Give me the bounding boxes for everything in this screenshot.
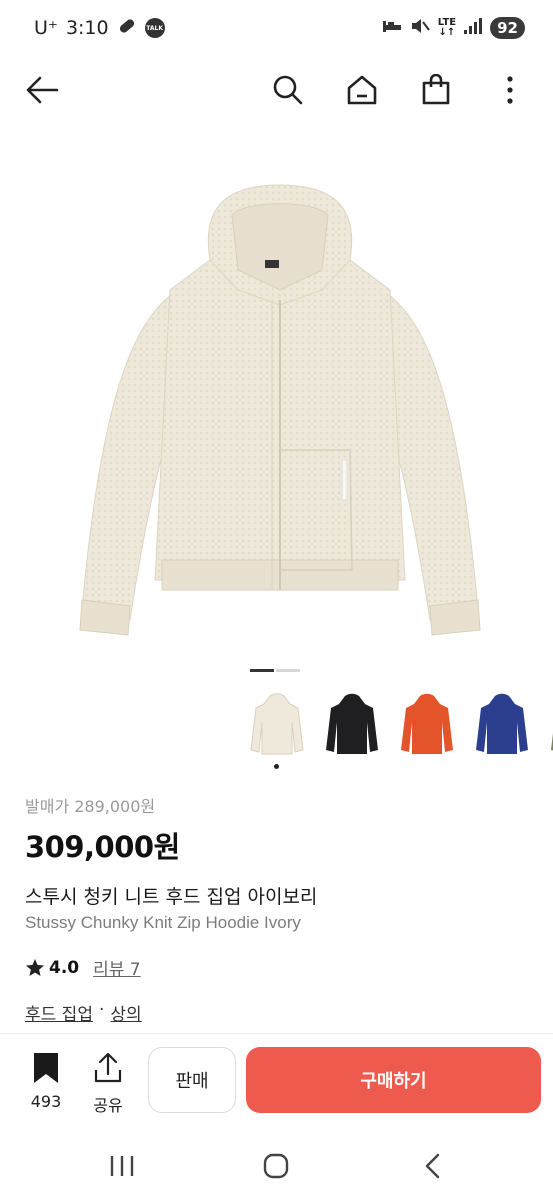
color-option-black[interactable] xyxy=(323,690,381,762)
home-icon xyxy=(347,75,377,105)
mute-icon xyxy=(410,17,430,40)
recent-apps-icon xyxy=(110,1156,134,1176)
category-separator: · xyxy=(98,1000,105,1020)
search-icon xyxy=(273,75,303,105)
category-breadcrumb: 후드 집업 · 상의 xyxy=(25,1000,142,1025)
pager-segment xyxy=(276,669,300,672)
sell-button[interactable]: 판매 xyxy=(148,1047,236,1113)
rating-score: 4.0 xyxy=(49,957,80,978)
bookmark-button[interactable]: 493 xyxy=(21,1052,71,1111)
carrier-label: U⁺ xyxy=(34,17,58,39)
color-option-ivory[interactable] xyxy=(248,690,306,762)
product-image[interactable] xyxy=(60,160,500,650)
system-nav-bar xyxy=(0,1130,553,1200)
chevron-left-icon xyxy=(425,1153,440,1179)
sleep-mode-icon xyxy=(382,17,402,39)
rating-row: 4.0 리뷰 7 xyxy=(25,955,141,980)
home-circle-icon xyxy=(263,1153,289,1179)
current-price: 309,000원 xyxy=(25,830,180,864)
category-link-hood-zipup[interactable]: 후드 집업 xyxy=(25,1000,93,1025)
share-button[interactable]: 공유 xyxy=(83,1052,133,1116)
category-link-tops[interactable]: 상의 xyxy=(110,1000,141,1025)
shopping-bag-button[interactable] xyxy=(416,70,456,110)
shopping-bag-icon xyxy=(422,74,450,105)
network-type: LTE ↓↑ xyxy=(437,17,457,38)
status-bar: U⁺ 3:10 TALK LTE ↓↑ 92 xyxy=(0,0,553,56)
color-option-orange[interactable] xyxy=(398,690,456,762)
bookmark-icon xyxy=(34,1053,58,1083)
bookmark-count: 493 xyxy=(30,1092,62,1111)
product-title-english: Stussy Chunky Knit Zip Hoodie Ivory xyxy=(25,913,301,932)
home-button[interactable] xyxy=(342,70,382,110)
search-button[interactable] xyxy=(268,70,308,110)
signal-icon xyxy=(464,17,483,39)
more-menu-button[interactable] xyxy=(490,70,530,110)
arrow-left-icon xyxy=(26,76,59,104)
pager-segment-active xyxy=(250,669,274,672)
color-option-navy[interactable] xyxy=(473,690,531,762)
selected-color-indicator xyxy=(274,764,279,769)
back-nav-button[interactable] xyxy=(412,1146,452,1186)
battery-indicator: 92 xyxy=(490,17,525,39)
review-link[interactable]: 리뷰 7 xyxy=(93,955,141,980)
color-option-olive[interactable] xyxy=(548,690,553,762)
pill-icon xyxy=(117,16,137,41)
share-label: 공유 xyxy=(93,1096,123,1115)
star-icon xyxy=(26,958,44,976)
recent-apps-button[interactable] xyxy=(102,1146,142,1186)
original-price: 발매가 289,000원 xyxy=(25,797,156,816)
buy-button[interactable]: 구매하기 xyxy=(246,1047,541,1113)
app-bar xyxy=(0,62,553,118)
product-title-korean: 스투시 청키 니트 후드 집업 아이보리 xyxy=(25,886,318,908)
color-options xyxy=(248,690,553,762)
back-button[interactable] xyxy=(22,70,62,110)
home-nav-button[interactable] xyxy=(256,1146,296,1186)
clock: 3:10 xyxy=(65,17,109,39)
more-vertical-icon xyxy=(507,76,513,104)
image-pager xyxy=(250,669,300,672)
kakaotalk-icon: TALK xyxy=(144,18,165,38)
share-icon xyxy=(94,1052,122,1083)
bottom-action-bar: 493 공유 판매 구매하기 xyxy=(0,1034,553,1126)
